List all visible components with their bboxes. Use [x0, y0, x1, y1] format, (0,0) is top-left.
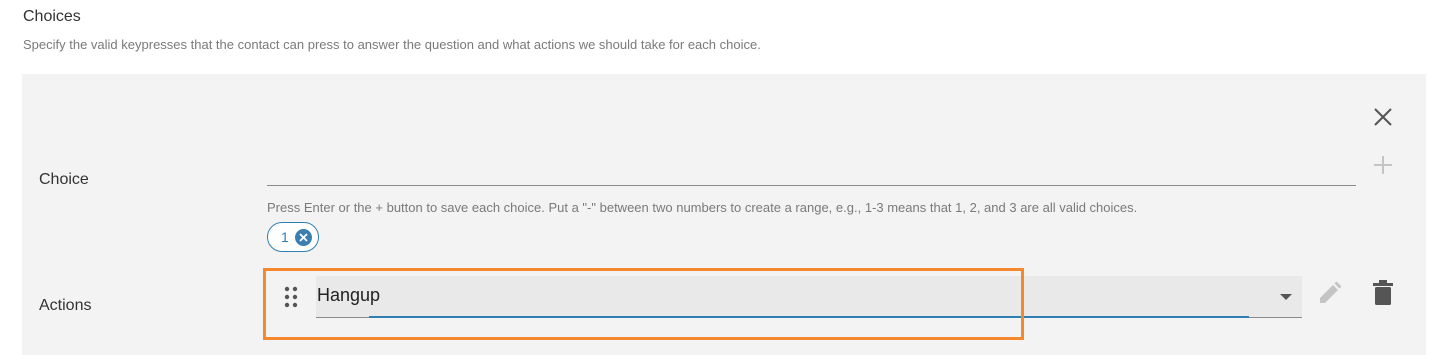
choice-input[interactable]: [267, 150, 1356, 186]
choice-label: Choice: [39, 171, 89, 188]
close-icon: [1374, 108, 1392, 126]
add-choice-button[interactable]: [1372, 154, 1394, 176]
close-button[interactable]: [1372, 106, 1394, 128]
chevron-down-icon: [1280, 294, 1292, 300]
drag-handle-icon: [284, 286, 298, 308]
plus-icon: [1374, 156, 1392, 174]
chip-remove-button[interactable]: [294, 228, 312, 246]
action-focus-underline: [369, 316, 1249, 318]
edit-action-button[interactable]: [1316, 281, 1342, 307]
section-description: Specify the valid keypresses that the co…: [23, 37, 761, 52]
pencil-icon: [1320, 281, 1342, 303]
trash-icon: [1373, 280, 1393, 305]
choice-help-text: Press Enter or the + button to save each…: [267, 200, 1138, 215]
section-title: Choices: [23, 8, 81, 25]
choice-chip: 1: [267, 222, 319, 252]
close-circle-icon: [299, 232, 308, 242]
action-select-value: Hangup: [317, 285, 381, 305]
actions-label: Actions: [39, 297, 92, 314]
drag-handle[interactable]: [284, 285, 298, 309]
action-select[interactable]: Hangup: [316, 276, 1302, 318]
choice-chip-label: 1: [281, 229, 289, 245]
delete-action-button[interactable]: [1372, 280, 1394, 306]
